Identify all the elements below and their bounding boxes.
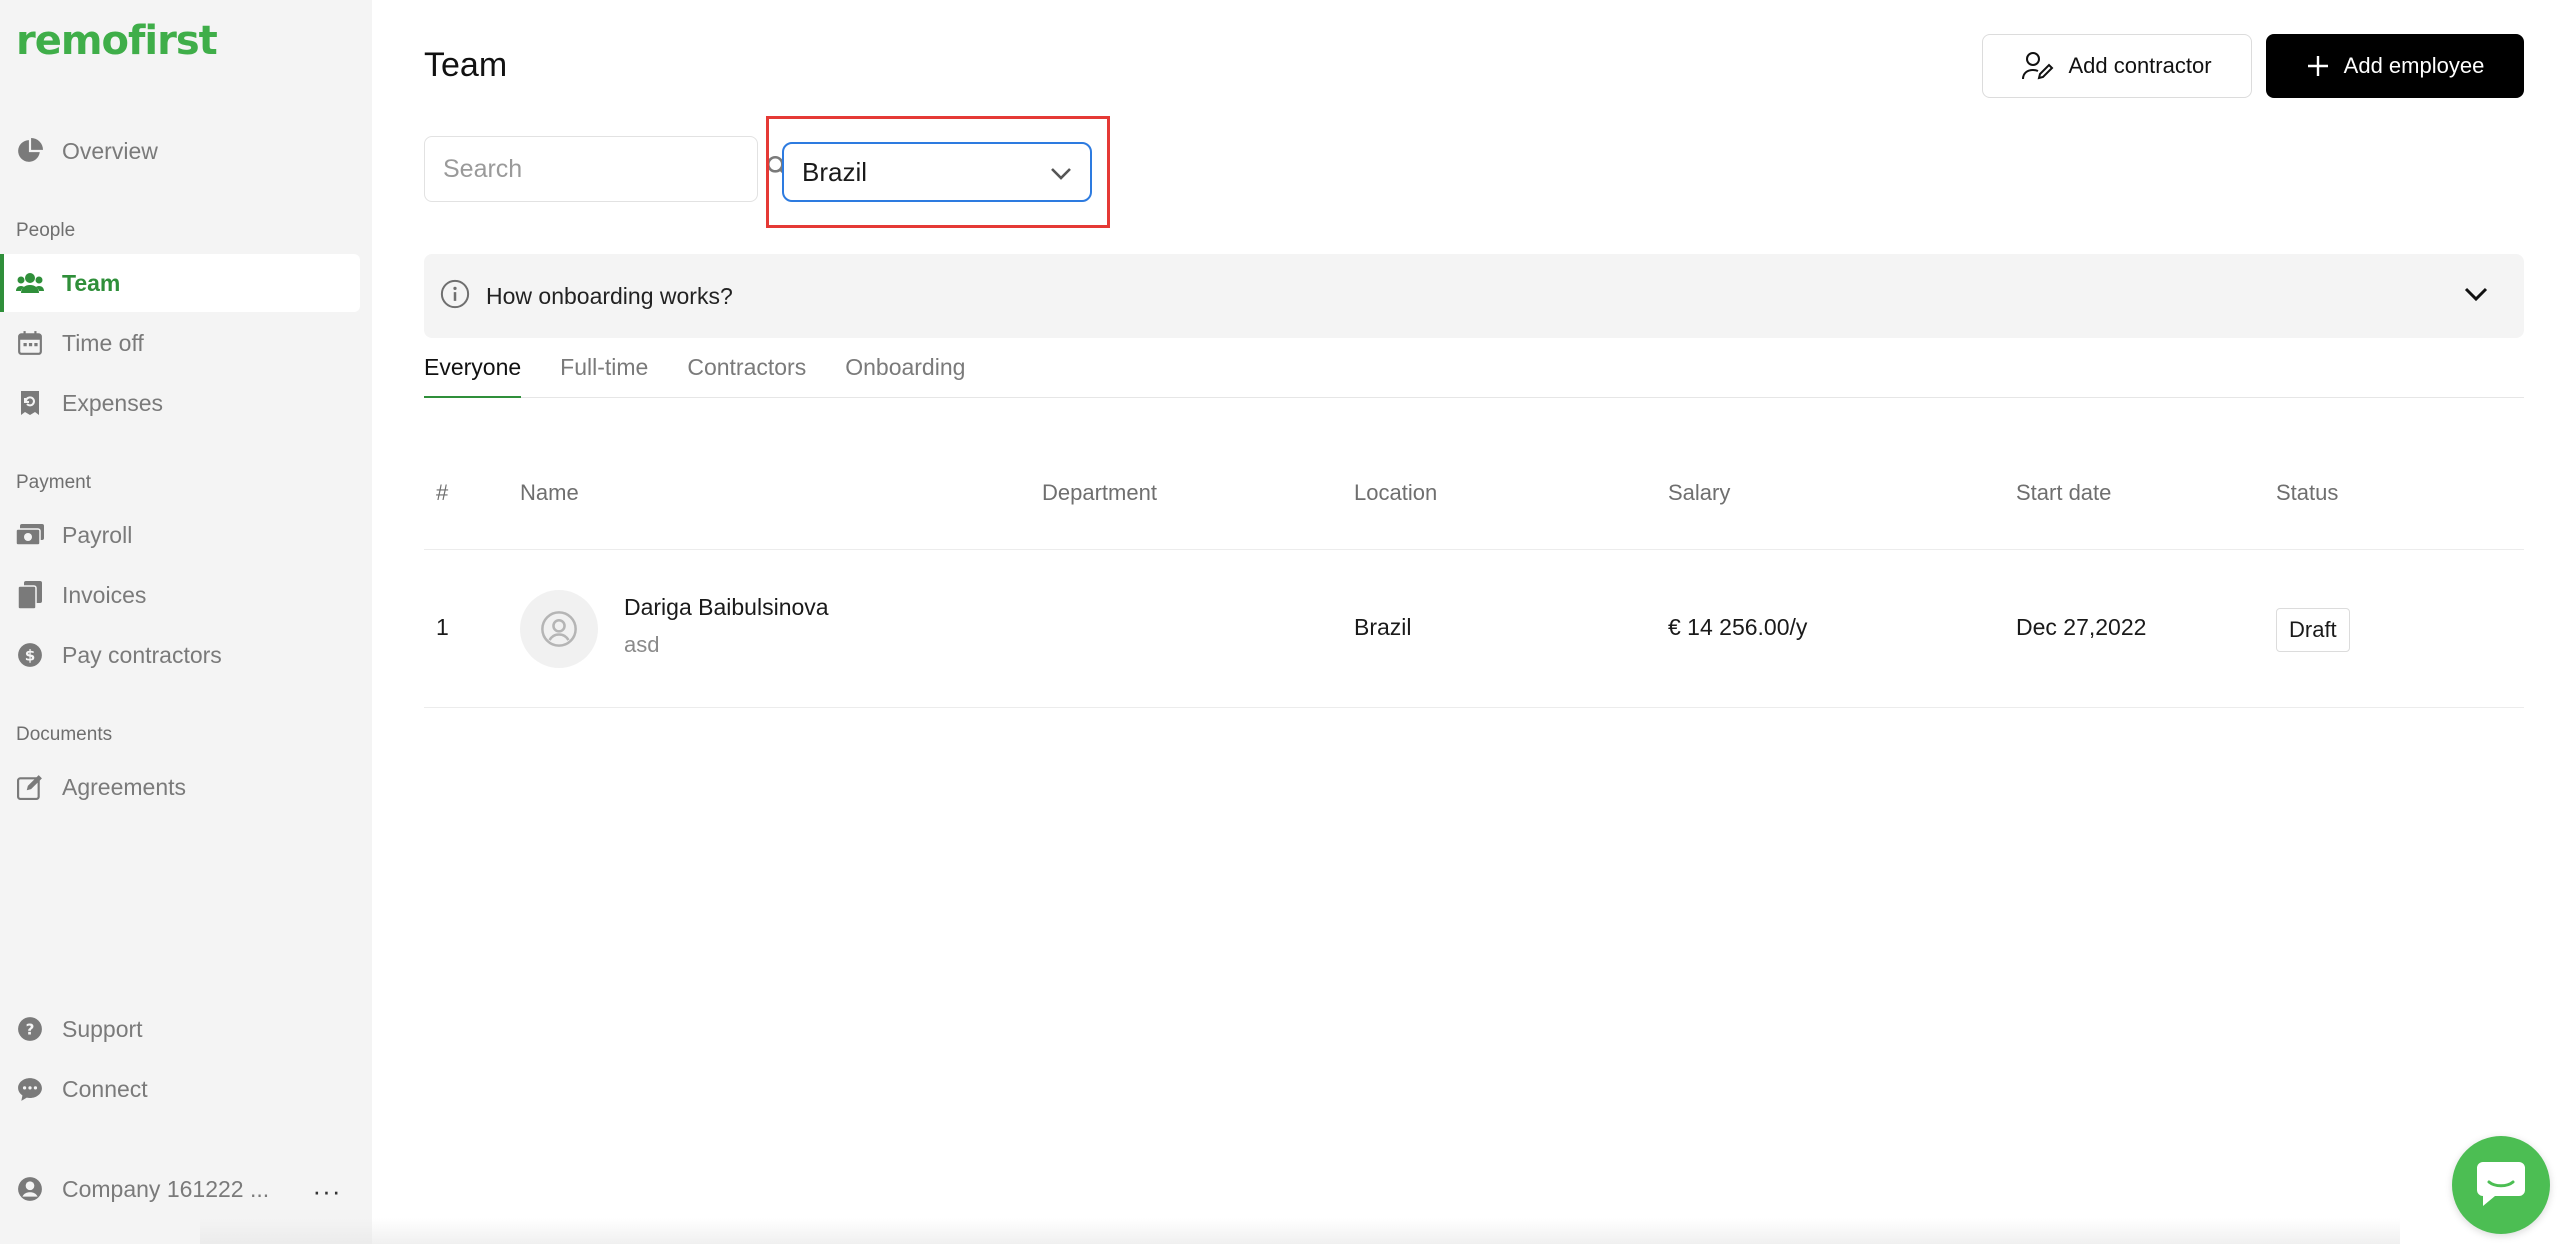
column-header-name[interactable]: Name [520, 480, 579, 506]
employee-salary: € 14 256.00/y [1668, 614, 1808, 640]
help-icon: ? [16, 1015, 44, 1043]
add-contractor-label: Add contractor [2068, 53, 2212, 78]
sidebar-item-time-off[interactable]: Time off [0, 314, 360, 372]
column-header-location[interactable]: Location [1354, 480, 1437, 506]
company-name: Company 161222 ... [62, 1175, 270, 1202]
search-input[interactable] [443, 154, 765, 184]
sidebar-item-label: Overview [62, 137, 158, 164]
employee-subtitle: asd [624, 632, 660, 657]
section-label-payment: Payment [16, 472, 91, 493]
user-edit-icon [2022, 51, 2054, 81]
add-contractor-button[interactable]: Add contractor [1982, 34, 2252, 98]
sidebar: remofirst Overview People Team Time off … [0, 0, 372, 1244]
pie-chart-icon [16, 137, 44, 165]
bottom-shadow [200, 1218, 2400, 1244]
section-label-people: People [16, 220, 76, 241]
tab-onboarding[interactable]: Onboarding [845, 346, 965, 398]
team-table: # Name Department Location Salary Start … [424, 446, 2524, 708]
tab-contractors[interactable]: Contractors [687, 346, 806, 398]
sidebar-item-label: Expenses [62, 389, 164, 416]
onboarding-info-accordion[interactable]: How onboarding works? [424, 254, 2524, 338]
employee-location: Brazil [1354, 614, 1412, 640]
search-field[interactable] [424, 136, 790, 202]
row-index: 1 [436, 614, 449, 640]
sidebar-item-label: Support [62, 1015, 143, 1042]
country-select-value: Brazil [802, 156, 868, 187]
sidebar-item-expenses[interactable]: Expenses [0, 374, 360, 432]
user-circle-icon [16, 1175, 44, 1203]
country-select[interactable]: Brazil [782, 142, 1092, 202]
more-options-button[interactable]: ··· [312, 1176, 342, 1206]
edit-icon [16, 773, 44, 801]
chat-widget-button[interactable] [2452, 1136, 2550, 1234]
sidebar-item-support[interactable]: ? Support [0, 1000, 360, 1058]
add-employee-button[interactable]: Add employee [2266, 34, 2524, 98]
chevron-down-icon [1050, 157, 1072, 188]
employee-name[interactable]: Dariga Baibulsinova [624, 594, 829, 621]
column-header-index: # [436, 480, 449, 505]
tab-everyone[interactable]: Everyone [424, 346, 522, 398]
receipt-icon [16, 389, 44, 417]
table-row[interactable]: 1 Dariga Baibulsinova asd Brazil € 14 25… [424, 550, 2524, 708]
column-header-department[interactable]: Department [1042, 480, 1157, 506]
column-header-salary[interactable]: Salary [1668, 480, 1730, 506]
sidebar-item-pay-contractors[interactable]: $ Pay contractors [0, 626, 360, 684]
sidebar-item-label: Pay contractors [62, 641, 222, 668]
svg-text:$: $ [25, 646, 36, 664]
employee-start-date: Dec 27,2022 [2016, 614, 2147, 640]
team-tabs: Everyone Full-time Contractors Onboardin… [424, 346, 2524, 398]
sidebar-item-agreements[interactable]: Agreements [0, 758, 360, 816]
calendar-icon [16, 329, 44, 357]
chat-icon [16, 1075, 44, 1103]
tab-full-time[interactable]: Full-time [560, 346, 648, 398]
sidebar-item-payroll[interactable]: Payroll [0, 506, 360, 564]
column-header-status[interactable]: Status [2276, 480, 2338, 506]
dollar-circle-icon: $ [16, 641, 44, 669]
sidebar-item-label: Connect [62, 1075, 148, 1102]
column-header-start-date[interactable]: Start date [2016, 480, 2111, 506]
company-switcher[interactable]: Company 161222 ... [0, 1160, 300, 1218]
info-icon [440, 279, 470, 314]
section-label-documents: Documents [16, 724, 113, 745]
svg-text:?: ? [26, 1020, 35, 1038]
sidebar-item-label: Invoices [62, 581, 147, 608]
page-title: Team [424, 46, 508, 84]
sidebar-item-team[interactable]: Team [0, 254, 360, 312]
sidebar-item-label: Team [62, 269, 121, 296]
chevron-down-icon [2464, 287, 2488, 306]
status-badge: Draft [2276, 608, 2350, 652]
onboarding-info-label: How onboarding works? [486, 282, 733, 309]
avatar [520, 590, 598, 668]
sidebar-item-label: Payroll [62, 521, 133, 548]
sidebar-item-connect[interactable]: Connect [0, 1060, 360, 1118]
sidebar-item-invoices[interactable]: Invoices [0, 566, 360, 624]
logo[interactable]: remofirst [16, 18, 218, 64]
chat-bubble-icon [2475, 1158, 2527, 1213]
sidebar-item-label: Time off [62, 329, 144, 356]
plus-icon [2306, 54, 2330, 78]
documents-icon [16, 581, 44, 609]
sidebar-item-overview[interactable]: Overview [0, 122, 360, 180]
table-header: # Name Department Location Salary Start … [424, 446, 2524, 550]
add-employee-label: Add employee [2343, 53, 2485, 78]
money-icon [16, 521, 44, 549]
users-icon [16, 269, 44, 297]
sidebar-item-label: Agreements [62, 773, 187, 800]
